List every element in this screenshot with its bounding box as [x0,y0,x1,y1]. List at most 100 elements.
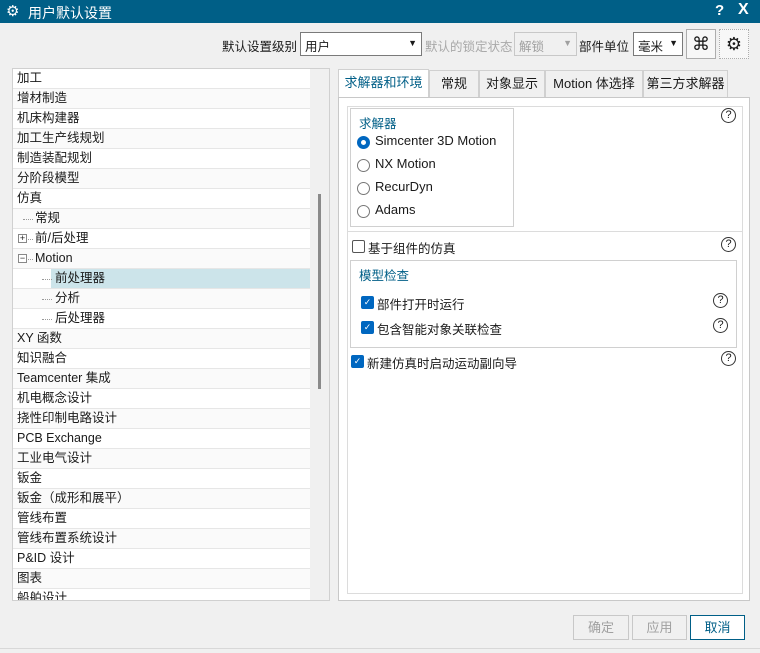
tree-item-label: 图表 [17,571,43,585]
tree-item-label: 分阶段模型 [17,171,80,185]
gear-icon: ⚙ [6,3,20,20]
tree-item[interactable]: 前处理器 [13,269,310,289]
level-label: 默认设置级别 [222,40,298,54]
tree-item-label: 钣金 [17,471,43,485]
apply-button[interactable]: 应用 [632,615,687,640]
collapse-icon[interactable]: − [18,254,27,263]
close-button[interactable]: X [738,1,749,19]
lock-select[interactable]: 解锁 ▼ [514,32,577,56]
component-sim-label: 基于组件的仿真 [368,242,456,256]
help-icon[interactable]: ? [721,351,736,366]
chevron-down-icon: ▼ [408,38,417,48]
solver-group-title: 求解器 [359,117,397,131]
tree-item[interactable]: 管线布置系统设计 [13,529,310,549]
model-check-group: 模型检查 ✓ 部件打开时运行 ? ✓ 包含智能对象关联检查 ? [350,260,737,348]
solver-radio[interactable] [357,159,370,172]
tree-item[interactable]: 图表 [13,569,310,589]
tree-item[interactable]: XY 函数 [13,329,310,349]
help-button[interactable]: ? [715,2,724,19]
model-check-title: 模型检查 [359,269,410,283]
tree-item-label: P&ID 设计 [17,551,75,565]
tree-item-label: 仿真 [17,191,43,205]
category-tree[interactable]: 加工 增材制造 机床构建器 加工生产线规划 制造装配规划 分阶段模型 仿真 常规 + 前/后处理 −… [12,68,330,601]
solver-radio[interactable] [357,182,370,195]
tree-item[interactable]: Teamcenter 集成 [13,369,310,389]
tree-item-label: XY 函数 [17,331,62,345]
tree-item[interactable]: 机电概念设计 [13,389,310,409]
tab-third-party-solver[interactable]: 第三方求解器 [643,70,728,97]
tree-item[interactable]: 挠性印制电路设计 [13,409,310,429]
tree-item-label: 分析 [55,291,81,305]
tree-item[interactable]: 管线布置 [13,509,310,529]
chevron-down-icon: ▼ [563,38,572,48]
tree-item-label: 挠性印制电路设计 [17,411,118,425]
tab-general[interactable]: 常规 [429,70,479,97]
solver-option-label: Adams [375,202,416,217]
tree-item-label: 前处理器 [55,271,106,285]
tree-item[interactable]: 船舶设计 [13,589,310,600]
find-button[interactable]: ⌘ [686,29,716,59]
tree-item[interactable]: 钣金（成形和展平） [13,489,310,509]
tab-object-display[interactable]: 对象显示 [479,70,545,97]
tree-item-label: 工业电气设计 [17,451,93,465]
joint-wizard-checkbox[interactable]: ✓ [351,355,364,368]
settings-button[interactable]: ⚙ [719,29,749,59]
tree-item-label: 管线布置系统设计 [17,531,118,545]
unit-value: 毫米 [638,40,664,54]
tab-solver-env[interactable]: 求解器和环境 [338,69,429,98]
help-icon[interactable]: ? [713,318,728,333]
unit-select[interactable]: 毫米 ▼ [633,32,683,56]
tree-item[interactable]: − Motion [13,249,310,269]
unit-label: 部件单位 [579,40,630,54]
solver-radio[interactable] [357,205,370,218]
solver-option-label: Simcenter 3D Motion [375,133,497,148]
component-sim-checkbox[interactable] [352,240,365,253]
tree-item[interactable]: P&ID 设计 [13,549,310,569]
cancel-button[interactable]: 取消 [690,615,745,640]
solver-option-label: NX Motion [375,156,436,171]
tree-scrollbar[interactable] [310,69,329,600]
tree-item[interactable]: + 前/后处理 [13,229,310,249]
tree-item[interactable]: 仿真 [13,189,310,209]
tree-item[interactable]: 制造装配规划 [13,149,310,169]
tab-motion-body-select[interactable]: Motion 体选择 [545,70,643,97]
level-value: 用户 [305,40,331,54]
run-on-open-label: 部件打开时运行 [377,298,465,312]
solver-option-label: RecurDyn [375,179,433,194]
tree-item[interactable]: 工业电气设计 [13,449,310,469]
scrollbar-thumb[interactable] [318,194,321,389]
solver-radio[interactable] [357,136,370,149]
lock-value: 解锁 [519,40,545,54]
tree-item[interactable]: 机床构建器 [13,109,310,129]
tree-item[interactable]: 增材制造 [13,89,310,109]
lock-label: 默认的锁定状态 [425,40,513,54]
gear-icon: ⚙ [725,34,743,54]
tree-item[interactable]: 加工生产线规划 [13,129,310,149]
help-icon[interactable]: ? [721,108,736,123]
tree-item[interactable]: 常规 [13,209,310,229]
expand-icon[interactable]: + [18,234,27,243]
tree-item[interactable]: PCB Exchange [13,429,310,449]
tree-item-label: 常规 [35,211,61,225]
smart-object-check-label: 包含智能对象关联检查 [377,323,503,337]
tree-item[interactable]: 加工 [13,69,310,89]
tree-item-label: 制造装配规划 [17,151,93,165]
tree-item-label: 加工生产线规划 [17,131,105,145]
run-on-open-checkbox[interactable]: ✓ [361,296,374,309]
tree-item[interactable]: 知识融合 [13,349,310,369]
tree-item[interactable]: 分析 [13,289,310,309]
tree-item[interactable]: 钣金 [13,469,310,489]
settings-panel: 求解器 Simcenter 3D Motion NX Motion RecurDyn… [338,97,750,601]
ok-button[interactable]: 确定 [573,615,629,640]
tree-item-label: Teamcenter 集成 [17,371,111,385]
tree-item-label: 机电概念设计 [17,391,93,405]
binoculars-icon: ⌘ [692,34,710,54]
smart-object-check-checkbox[interactable]: ✓ [361,321,374,334]
tree-item-label: 知识融合 [17,351,68,365]
help-icon[interactable]: ? [713,293,728,308]
tree-item-label: 管线布置 [17,511,68,525]
help-icon[interactable]: ? [721,237,736,252]
tree-item[interactable]: 分阶段模型 [13,169,310,189]
level-select[interactable]: 用户 ▼ [300,32,422,56]
tree-item[interactable]: 后处理器 [13,309,310,329]
